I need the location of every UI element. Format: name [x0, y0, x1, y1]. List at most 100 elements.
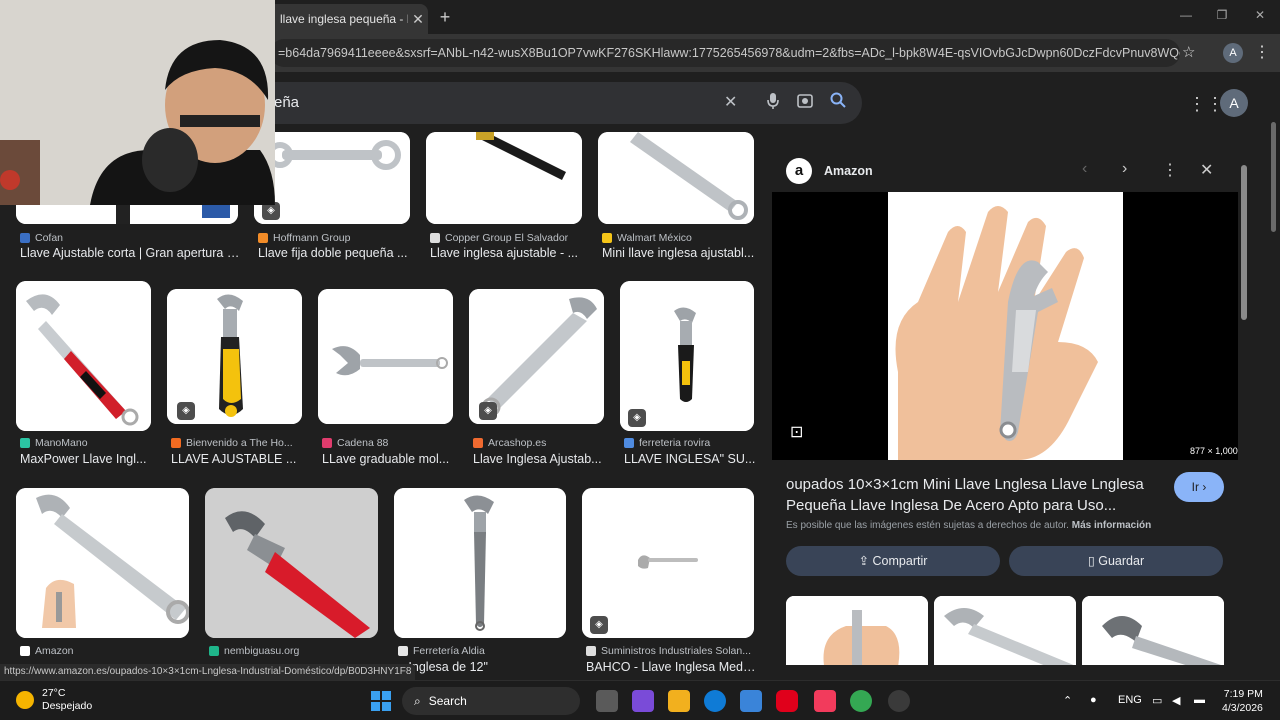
- minimize-icon[interactable]: —: [1176, 8, 1196, 22]
- image-dimensions: 877 × 1,000: [1190, 446, 1238, 456]
- address-bar[interactable]: =b64da7969411eeee&sxsrf=ANbL-n42-wusX8Bu…: [270, 39, 1180, 67]
- browser-profile-avatar[interactable]: A: [1223, 43, 1243, 63]
- settings-gear-icon[interactable]: [888, 690, 910, 712]
- amazon-logo-icon: a: [786, 158, 812, 184]
- result-title[interactable]: MaxPower Llave Ingl...: [20, 452, 153, 466]
- result-thumbnail[interactable]: ◈: [620, 281, 754, 431]
- result-thumbnail[interactable]: [205, 488, 378, 638]
- save-button[interactable]: ▯ Guardar: [1009, 546, 1223, 576]
- favicon-icon: [602, 233, 612, 243]
- related-image[interactable]: [786, 596, 928, 665]
- show-hidden-icons[interactable]: ⌃: [1063, 694, 1072, 707]
- result-title[interactable]: BAHCO - Llave Inglesa Medi...: [586, 660, 756, 674]
- panel-source[interactable]: a Amazon: [786, 158, 873, 184]
- result-thumbnail[interactable]: [426, 132, 582, 224]
- share-icon: ⇪: [858, 554, 873, 568]
- bookmark-star-icon[interactable]: ☆: [1182, 43, 1195, 61]
- weather-widget[interactable]: 27°C Despejado: [16, 687, 92, 713]
- panel-source-name[interactable]: Amazon: [824, 164, 873, 178]
- result-source: Cadena 88: [322, 437, 455, 449]
- result-title[interactable]: e Inglesa de 12": [398, 660, 568, 674]
- page-scrollbar[interactable]: [1271, 122, 1276, 232]
- result-title[interactable]: LLave graduable mol...: [322, 452, 455, 466]
- result-thumbnail[interactable]: [318, 289, 453, 424]
- next-image-icon[interactable]: ›: [1122, 160, 1127, 178]
- favicon-icon: [398, 646, 408, 656]
- panel-scrollbar[interactable]: [1241, 165, 1247, 320]
- clear-search-icon[interactable]: ✕: [724, 92, 737, 112]
- search-input[interactable]: eña ✕: [250, 82, 862, 124]
- result-title[interactable]: Llave inglesa ajustable - ...: [430, 246, 584, 260]
- lens-search-icon[interactable]: ⊡: [790, 422, 803, 442]
- system-clock[interactable]: 7:19 PM 4/3/2026: [1222, 687, 1263, 715]
- close-window-icon[interactable]: ✕: [1250, 8, 1270, 22]
- task-view-icon[interactable]: [596, 690, 618, 712]
- favicon-icon: [209, 646, 219, 656]
- clock-time: 7:19 PM: [1223, 688, 1263, 700]
- edge-icon[interactable]: [704, 690, 726, 712]
- youtube-icon[interactable]: [776, 690, 798, 712]
- result-source: Arcashop.es: [473, 437, 606, 449]
- result-title[interactable]: Mini llave inglesa ajustabl...: [602, 246, 756, 260]
- result-source: Cofan: [20, 232, 240, 244]
- restore-icon[interactable]: ❐: [1212, 8, 1232, 22]
- result-thumbnail[interactable]: ◈: [582, 488, 754, 638]
- music-icon[interactable]: [814, 690, 836, 712]
- network-icon[interactable]: ▭: [1152, 694, 1162, 707]
- favicon-icon: [20, 438, 30, 448]
- visit-button[interactable]: Ir ›: [1174, 472, 1224, 502]
- windows-start-icon[interactable]: [370, 690, 392, 712]
- preview-title[interactable]: oupados 10×3×1cm Mini Llave Lnglesa Llav…: [786, 474, 1166, 516]
- result-title[interactable]: LLAVE INGLESA" SU...: [624, 452, 756, 466]
- result-thumbnail[interactable]: [598, 132, 754, 224]
- result-thumbnail[interactable]: ◈: [167, 289, 302, 424]
- result-thumbnail[interactable]: [394, 488, 566, 638]
- file-explorer-icon[interactable]: [668, 690, 690, 712]
- search-query[interactable]: eña: [274, 94, 299, 111]
- volume-icon[interactable]: ◀: [1172, 694, 1180, 707]
- result-thumbnail[interactable]: [16, 488, 189, 638]
- close-panel-icon[interactable]: ✕: [1200, 160, 1213, 180]
- google-account-avatar[interactable]: A: [1220, 89, 1248, 117]
- result-thumbnail[interactable]: ◈: [469, 289, 604, 424]
- favicon-icon: [586, 646, 596, 656]
- related-image[interactable]: [934, 596, 1076, 665]
- browser-menu-icon[interactable]: ⋮: [1254, 42, 1270, 62]
- result-source: Copper Group El Salvador: [430, 232, 584, 244]
- related-image[interactable]: [1082, 596, 1224, 665]
- camera-lens-icon[interactable]: [796, 92, 814, 115]
- result-source: Ferretería Aldia: [398, 645, 568, 657]
- more-options-icon[interactable]: ⋮: [1162, 160, 1178, 180]
- search-icon[interactable]: [830, 92, 846, 113]
- result-thumbnail[interactable]: ◈: [254, 132, 410, 224]
- share-button[interactable]: ⇪ Compartir: [786, 546, 1000, 576]
- weather-icon: [16, 691, 34, 709]
- result-title[interactable]: LLAVE AJUSTABLE ...: [171, 452, 304, 466]
- favicon-icon: [473, 438, 483, 448]
- microphone-tray-icon[interactable]: ●: [1090, 694, 1097, 706]
- copilot-icon[interactable]: [632, 690, 654, 712]
- tab-close-icon[interactable]: ✕: [408, 11, 428, 28]
- favicon-icon: [20, 646, 30, 656]
- more-info-link[interactable]: Más información: [1072, 520, 1151, 531]
- battery-icon[interactable]: ▬: [1194, 694, 1205, 706]
- taskbar-search[interactable]: ⌕ Search: [402, 687, 580, 715]
- result-title[interactable]: Llave Ajustable corta | Gran apertura |.…: [20, 246, 240, 260]
- preview-image[interactable]: [888, 192, 1123, 460]
- language-indicator[interactable]: ENG: [1118, 694, 1142, 706]
- result-title[interactable]: Llave Inglesa Ajustab...: [473, 452, 606, 466]
- previous-image-icon[interactable]: ‹: [1082, 160, 1087, 178]
- store-icon[interactable]: [740, 690, 762, 712]
- weather-temp: 27°C: [42, 687, 66, 699]
- chrome-icon[interactable]: [850, 690, 872, 712]
- browser-tab[interactable]: llave inglesa pequeña - Buscar ✕: [268, 4, 428, 34]
- taskbar-search-icon: ⌕: [414, 693, 421, 708]
- new-tab-button[interactable]: +: [434, 6, 456, 28]
- clock-date: 4/3/2026: [1222, 702, 1263, 714]
- status-link-preview: https://www.amazon.es/oupados-10×3×1cm-L…: [0, 664, 416, 680]
- image-preview-panel: a Amazon ‹ › ⋮ ✕ ⊡ 877 × 1,000 oupados 1…: [772, 150, 1238, 665]
- microphone-icon[interactable]: [766, 92, 780, 115]
- result-thumbnail[interactable]: [16, 281, 151, 431]
- weather-condition: Despejado: [42, 700, 93, 712]
- result-title[interactable]: Llave fija doble pequeña ...: [258, 246, 412, 260]
